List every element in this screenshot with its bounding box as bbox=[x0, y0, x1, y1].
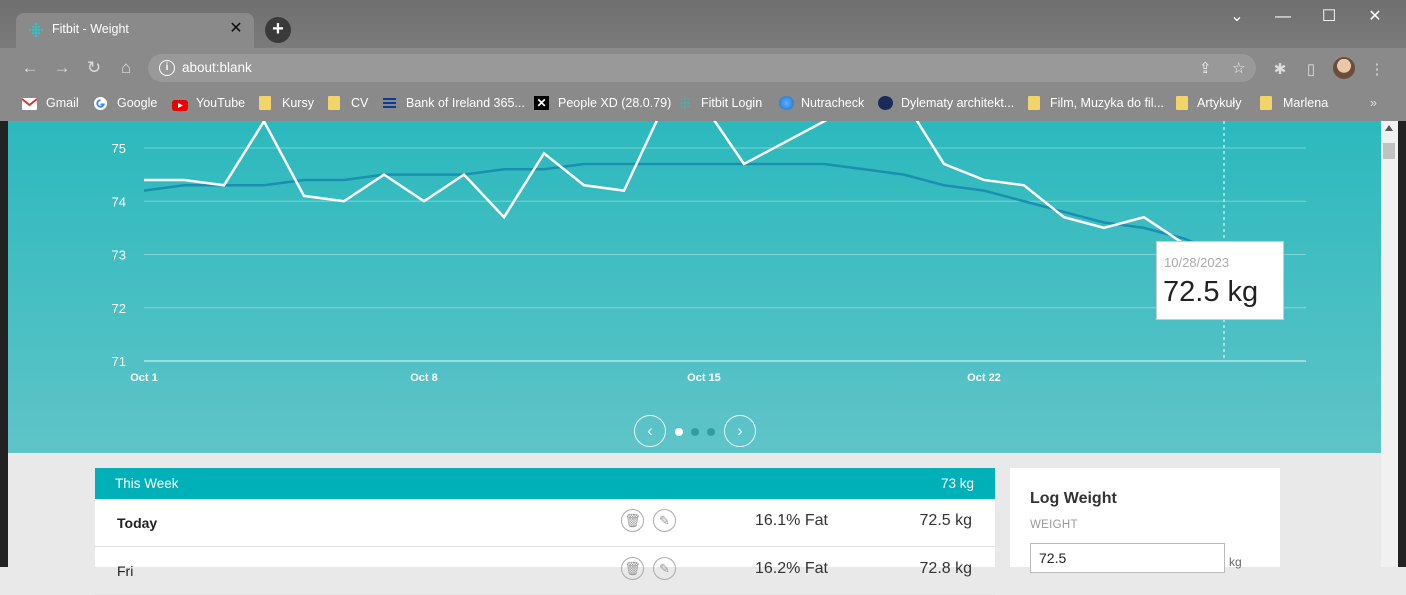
fitbit-icon bbox=[29, 22, 43, 38]
tooltip-value: 72.5 kg bbox=[1163, 276, 1259, 308]
next-page-button[interactable]: › bbox=[724, 415, 756, 447]
weight-chart: 75 74 73 72 71 Oct 1 Oct 8 Oct 15 Oct 22 10/28/2… bbox=[8, 121, 1381, 453]
row-weight: 72.5 kg bbox=[919, 512, 972, 529]
bookmark-fitbit-login[interactable]: Fitbit Login bbox=[701, 96, 762, 110]
table-row: Fri 🗑 ✎ 16.2% Fat 72.8 kg bbox=[95, 547, 995, 595]
peoplexd-icon: ✕ bbox=[534, 96, 549, 110]
extensions-icon[interactable]: ✱ bbox=[1270, 60, 1290, 78]
browser-toolbar: ← → ↻ ⌂ i about:blank ⇪ ☆ ✱ ▯ ⋮ bbox=[0, 48, 1406, 88]
week-average: 73 kg bbox=[940, 476, 974, 491]
address-bar[interactable]: i about:blank ⇪ ☆ bbox=[148, 54, 1256, 82]
weekly-log-panel: This Week 73 kg Today 🗑 ✎ 16.1% Fat 72.5… bbox=[95, 468, 995, 595]
more-bookmarks-icon[interactable]: » bbox=[1370, 96, 1377, 110]
profile-avatar[interactable] bbox=[1333, 57, 1355, 79]
gmail-icon bbox=[21, 97, 38, 111]
table-row: Today 🗑 ✎ 16.1% Fat 72.5 kg bbox=[95, 499, 995, 547]
page-dot[interactable] bbox=[691, 428, 699, 436]
bookmark-artykuly[interactable]: Artykuły bbox=[1197, 96, 1241, 110]
page-dot[interactable] bbox=[707, 428, 715, 436]
browser-tab[interactable]: Fitbit - Weight ✕ bbox=[16, 13, 254, 48]
bookmark-bank[interactable]: Bank of Ireland 365... bbox=[406, 96, 525, 110]
row-fat: 16.2% Fat bbox=[755, 560, 828, 577]
close-tab-icon[interactable]: ✕ bbox=[226, 19, 246, 39]
x-tick-label: Oct 1 bbox=[130, 372, 158, 384]
chart-tooltip: 10/28/2023 72.5 kg bbox=[1156, 241, 1284, 320]
page-scrollbar[interactable] bbox=[1381, 121, 1398, 567]
weight-input[interactable] bbox=[1030, 543, 1225, 573]
row-fat: 16.1% Fat bbox=[755, 512, 828, 529]
page-left-edge bbox=[0, 121, 8, 567]
tab-search-icon[interactable]: ⌄ bbox=[1214, 6, 1260, 28]
side-panel-icon[interactable]: ▯ bbox=[1301, 60, 1321, 78]
prev-page-button[interactable]: ‹ bbox=[634, 415, 666, 447]
bookmark-peoplexd[interactable]: People XD (28.0.79) bbox=[558, 96, 671, 110]
y-tick-label: 74 bbox=[112, 194, 126, 209]
title-bar: Fitbit - Weight ✕ + ⌄ — ☐ ✕ bbox=[0, 0, 1406, 48]
bookmark-google[interactable]: Google bbox=[117, 96, 157, 110]
folder-icon bbox=[1176, 96, 1188, 110]
row-weight: 72.8 kg bbox=[919, 560, 972, 577]
tooltip-date: 10/28/2023 bbox=[1164, 255, 1230, 270]
bookmark-dylematy[interactable]: Dylematy architekt... bbox=[901, 96, 1014, 110]
tab-title: Fitbit - Weight bbox=[52, 22, 129, 36]
x-tick-label: Oct 8 bbox=[410, 372, 438, 384]
fitbit-icon bbox=[678, 96, 693, 110]
close-window-icon[interactable]: ✕ bbox=[1352, 6, 1398, 28]
row-day: Today bbox=[117, 515, 158, 531]
page-right-edge bbox=[1398, 121, 1406, 567]
scroll-thumb[interactable] bbox=[1383, 143, 1395, 159]
minimize-icon[interactable]: — bbox=[1260, 6, 1306, 28]
bookmark-film[interactable]: Film, Muzyka do fil... bbox=[1050, 96, 1164, 110]
menu-icon[interactable]: ⋮ bbox=[1367, 60, 1387, 78]
info-icon[interactable]: i bbox=[159, 60, 175, 76]
bookmark-kursy[interactable]: Kursy bbox=[282, 96, 314, 110]
folder-icon bbox=[1028, 96, 1040, 110]
folder-icon bbox=[328, 96, 340, 110]
nutracheck-icon bbox=[779, 96, 794, 110]
youtube-icon bbox=[172, 98, 188, 112]
trash-icon[interactable]: 🗑 bbox=[621, 509, 644, 532]
google-icon bbox=[93, 96, 108, 111]
edit-pencil-icon[interactable]: ✎ bbox=[653, 557, 676, 580]
trash-icon[interactable]: 🗑 bbox=[621, 557, 644, 580]
bank-icon bbox=[382, 96, 397, 110]
log-weight-title: Log Weight bbox=[1030, 490, 1117, 507]
maximize-icon[interactable]: ☐ bbox=[1306, 6, 1352, 28]
bookmark-nutracheck[interactable]: Nutracheck bbox=[801, 96, 864, 110]
bookmark-marlena[interactable]: Marlena bbox=[1283, 96, 1328, 110]
share-icon[interactable]: ⇪ bbox=[1199, 59, 1212, 77]
y-tick-label: 71 bbox=[112, 354, 126, 369]
bookmark-cv[interactable]: CV bbox=[351, 96, 368, 110]
week-header: This Week 73 kg bbox=[95, 468, 995, 499]
back-icon[interactable]: ← bbox=[18, 56, 42, 80]
bookmarks-bar: Gmail Google YouTube Kursy CV Bank of Ir… bbox=[0, 88, 1406, 121]
row-day: Fri bbox=[117, 563, 134, 579]
folder-icon bbox=[1260, 96, 1272, 110]
y-tick-label: 73 bbox=[112, 248, 126, 263]
reload-icon[interactable]: ↻ bbox=[82, 56, 106, 80]
bookmark-gmail[interactable]: Gmail bbox=[46, 96, 79, 110]
dylematy-icon bbox=[878, 96, 893, 110]
y-tick-label: 72 bbox=[112, 301, 126, 316]
weight-label: WEIGHT bbox=[1030, 519, 1078, 531]
new-tab-button[interactable]: + bbox=[265, 17, 291, 43]
y-tick-label: 75 bbox=[112, 141, 126, 156]
week-title: This Week bbox=[115, 476, 179, 491]
scroll-up-icon[interactable] bbox=[1385, 125, 1393, 131]
forward-icon[interactable]: → bbox=[50, 56, 74, 80]
x-tick-label: Oct 15 bbox=[687, 372, 721, 384]
bookmark-youtube[interactable]: YouTube bbox=[196, 96, 245, 110]
url-text[interactable]: about:blank bbox=[182, 60, 252, 75]
folder-icon bbox=[259, 96, 271, 110]
x-tick-label: Oct 22 bbox=[967, 372, 1001, 384]
page-dot[interactable] bbox=[675, 428, 683, 436]
edit-pencil-icon[interactable]: ✎ bbox=[653, 509, 676, 532]
log-weight-panel: Log Weight WEIGHT kg bbox=[1010, 468, 1280, 573]
home-icon[interactable]: ⌂ bbox=[114, 56, 138, 80]
bookmark-star-icon[interactable]: ☆ bbox=[1232, 59, 1245, 77]
